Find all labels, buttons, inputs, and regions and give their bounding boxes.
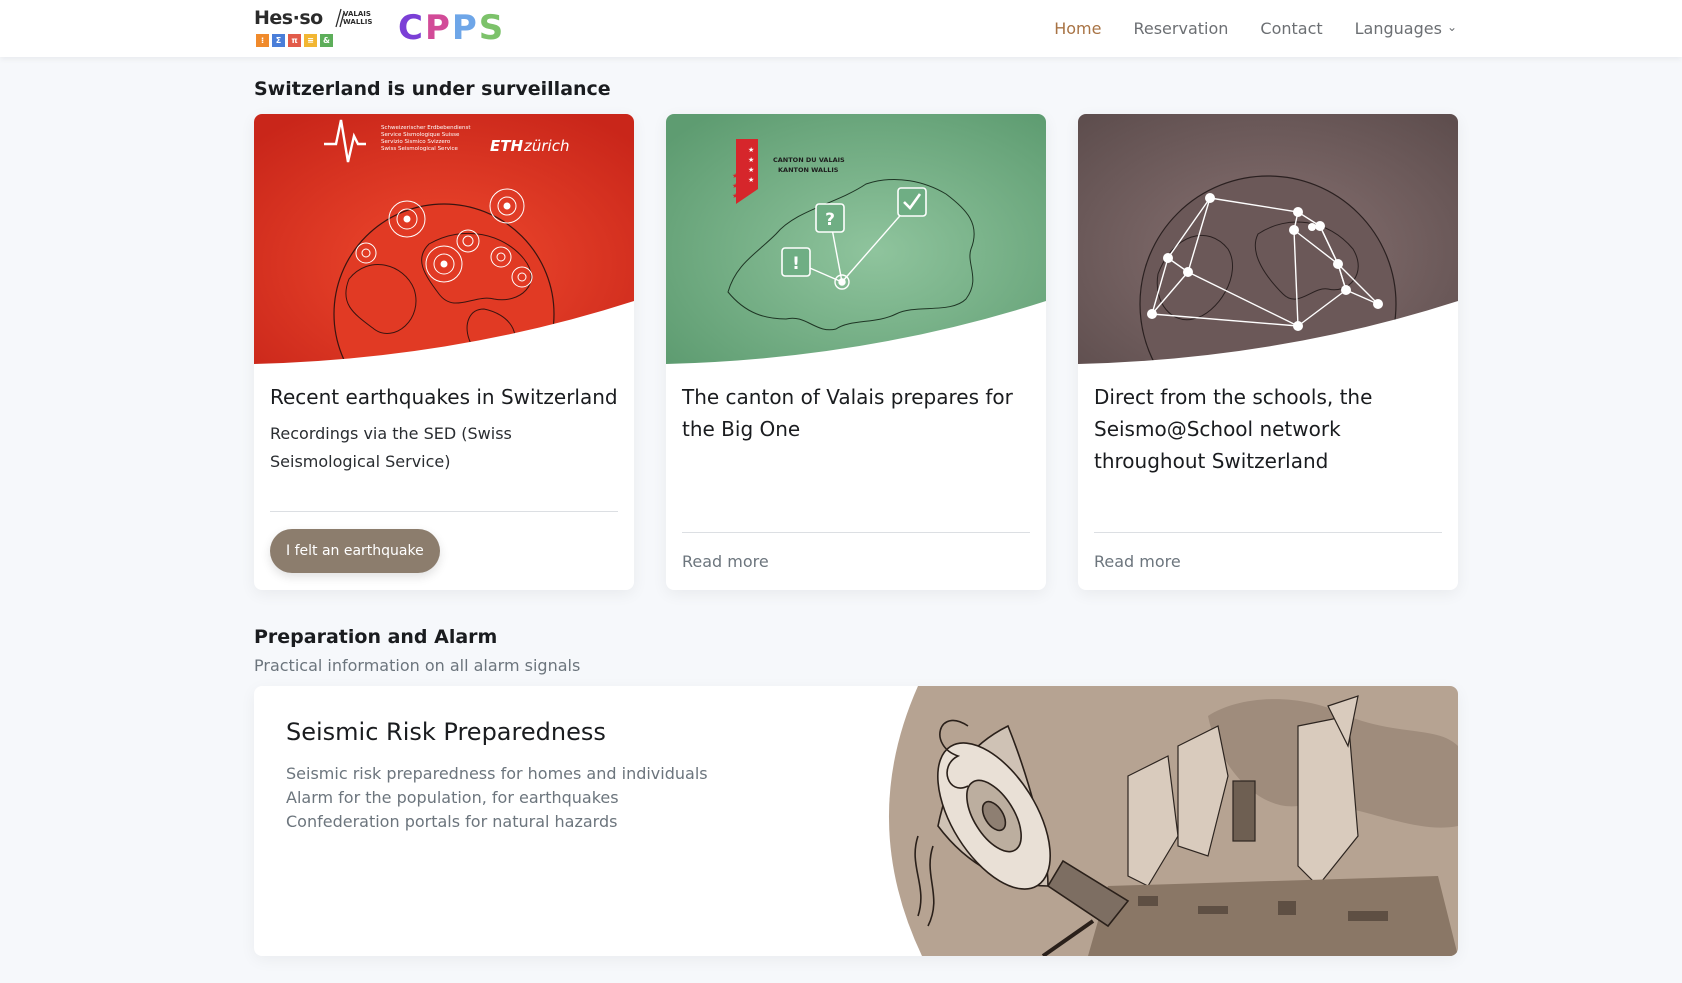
svg-text:★: ★	[732, 182, 738, 190]
card-valais-big-one[interactable]: ★ ★ ★ ★ ★ ★ ★ CANTON DU VALAIS KANTON WALLIS …	[666, 114, 1046, 590]
svg-text:★: ★	[732, 192, 738, 200]
card-line: Seismic risk preparedness for homes and …	[286, 764, 708, 783]
card-seismo-school[interactable]: Direct from the schools, the Seismo@Scho…	[1078, 114, 1458, 590]
cpps-letter: C	[398, 8, 425, 48]
card-lines: Seismic risk preparedness for homes and …	[286, 762, 708, 834]
hes-so-wordmark: Hes·so	[254, 7, 323, 29]
svg-text:★: ★	[748, 146, 754, 154]
nav-languages-dropdown[interactable]: Languages	[1355, 19, 1457, 38]
sed-text-1: Schweizerischer Erdbebendienst	[381, 125, 471, 131]
nav-reservation[interactable]: Reservation	[1133, 19, 1228, 38]
valais-text-1: CANTON DU VALAIS	[773, 156, 845, 164]
card-line: Confederation portals for natural hazard…	[286, 812, 618, 831]
hes-so-logo[interactable]: Hes·so VALAIS WALLIS ⁝ Σ π ≡ &	[254, 6, 374, 50]
cpps-logo[interactable]: CPPS	[398, 8, 505, 48]
hes-region-2: WALLIS	[343, 18, 373, 26]
hes-tiles: ⁝ Σ π ≡ &	[256, 34, 333, 47]
tile-equals-icon: ≡	[304, 34, 317, 47]
card-line: Alarm for the population, for earthquake…	[286, 788, 619, 807]
brand-logos[interactable]: Hes·so VALAIS WALLIS ⁝ Σ π ≡ & CPPS	[254, 6, 505, 50]
read-more-link[interactable]: Read more	[1094, 552, 1181, 571]
card-divider	[682, 532, 1030, 533]
section-title-preparation: Preparation and Alarm	[254, 626, 498, 648]
card-seismic-risk-preparedness[interactable]: Seismic Risk Preparedness Seismic risk p…	[254, 686, 1458, 956]
svg-text:!: !	[792, 254, 800, 274]
tile-sigma-icon: Σ	[272, 34, 285, 47]
main-nav: Home Reservation Contact Languages	[1054, 0, 1457, 57]
card-title: The canton of Valais prepares for the Bi…	[682, 385, 1013, 441]
read-more-link[interactable]: Read more	[682, 552, 769, 571]
sed-text-3: Servizio Sismico Svizzero	[381, 139, 451, 145]
card-title: Seismic Risk Preparedness	[286, 718, 606, 746]
card-recent-earthquakes[interactable]: Schweizerischer Erdbebendienst Service S…	[254, 114, 634, 590]
svg-text:★: ★	[748, 166, 754, 174]
cpps-letter: P	[451, 8, 479, 48]
tile-dots-icon: ⁝	[256, 34, 269, 47]
zurich-logo-text: zürich	[523, 137, 569, 155]
hes-so-region: VALAIS WALLIS	[343, 10, 372, 26]
cpps-letter: S	[478, 8, 506, 48]
tile-pi-icon: π	[288, 34, 301, 47]
network-globe-illustration	[1078, 114, 1458, 364]
section-title-surveillance: Switzerland is under surveillance	[254, 78, 611, 100]
sed-text-2: Service Sismologique Suisse	[381, 132, 460, 138]
card-divider	[270, 511, 618, 512]
svg-text:★: ★	[732, 172, 738, 180]
nav-home[interactable]: Home	[1054, 19, 1101, 38]
felt-earthquake-button[interactable]: I felt an earthquake	[270, 529, 440, 573]
section-subtitle-preparation: Practical information on all alarm signa…	[254, 656, 581, 675]
cpps-letter: P	[424, 8, 452, 48]
card-title: Direct from the schools, the Seismo@Scho…	[1094, 385, 1373, 473]
top-navbar: Hes·so VALAIS WALLIS ⁝ Σ π ≡ & CPPS Home…	[0, 0, 1682, 57]
card-divider	[1094, 532, 1442, 533]
slash-mark-icon	[335, 8, 344, 28]
svg-text:★: ★	[748, 156, 754, 164]
megaphone-ruins-illustration	[888, 686, 1458, 956]
valais-text-2: KANTON WALLIS	[778, 166, 839, 174]
tile-ampersand-icon: &	[320, 34, 333, 47]
card-title: Recent earthquakes in Switzerland	[270, 385, 618, 409]
valais-map-illustration: ★★★★ ★★★ CANTON DU VALAIS KANTON WALLIS …	[666, 114, 1046, 364]
eth-logo-text: ETH	[490, 137, 523, 155]
sed-text-4: Swiss Seismological Service	[381, 146, 459, 152]
hes-region-1: VALAIS	[343, 10, 371, 18]
earthquake-globe-illustration: Schweizerischer Erdbebendienst Service S…	[254, 114, 634, 364]
svg-text:?: ?	[825, 210, 835, 230]
card-description: Recordings via the SED (Swiss Seismologi…	[270, 424, 512, 471]
svg-text:★: ★	[748, 176, 754, 184]
nav-contact[interactable]: Contact	[1260, 19, 1322, 38]
